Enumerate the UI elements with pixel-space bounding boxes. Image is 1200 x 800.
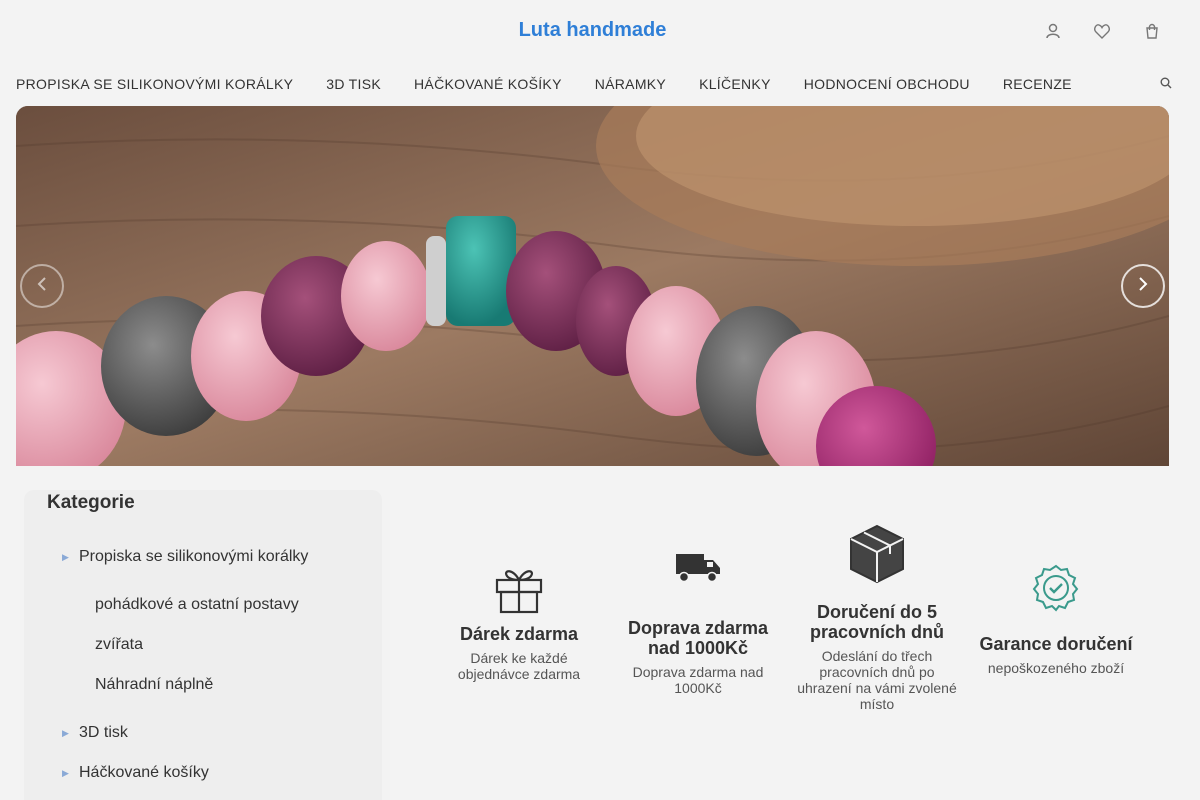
- category-subitem-pohadkove[interactable]: pohádkové a ostatní postavy: [95, 596, 299, 614]
- feature-description: Dárek ke každé objednávce zdarma: [457, 650, 581, 682]
- nav-item-propiska[interactable]: PROPISKA SE SILIKONOVÝMI KORÁLKY: [16, 76, 293, 92]
- hero-image: [16, 106, 1169, 466]
- category-item-propiska[interactable]: ▶ Propiska se silikonovými korálky: [62, 548, 308, 566]
- feature-title: Dárek zdarma: [459, 624, 579, 644]
- feature-gift: Dárek zdarma Dárek ke každé objednávce z…: [439, 562, 599, 682]
- gift-icon: [439, 562, 599, 614]
- search-button[interactable]: [1160, 76, 1172, 94]
- chevron-right-icon: [1138, 276, 1148, 296]
- header-actions: [1010, 20, 1160, 42]
- chevron-right-icon: ▶: [62, 727, 69, 738]
- nav-item-recenze[interactable]: RECENZE: [1003, 76, 1072, 92]
- nav-item-klicenky[interactable]: KLÍČENKY: [699, 76, 771, 92]
- feature-title: Garance doručení: [979, 634, 1133, 654]
- category-sidebar: Kategorie ▶ Propiska se silikonovými kor…: [24, 490, 382, 800]
- slider-next-button[interactable]: [1121, 264, 1165, 308]
- feature-free-shipping: Doprava zdarma nad 1000Kč Doprava zdarma…: [618, 552, 778, 696]
- heart-icon: [1094, 23, 1110, 39]
- main-navigation: PROPISKA SE SILIKONOVÝMI KORÁLKY 3D TISK…: [16, 74, 1176, 94]
- feature-delivery-time: Doručení do 5 pracovních dnů Odeslání do…: [797, 524, 957, 712]
- category-subitem-napne[interactable]: Náhradní náplně: [95, 676, 213, 694]
- chevron-left-icon: [37, 276, 47, 296]
- cart-button[interactable]: [1110, 20, 1160, 42]
- user-icon: [1046, 23, 1060, 39]
- category-item-label: Propiska se silikonovými korálky: [79, 548, 309, 565]
- category-item-label: Háčkované košíky: [79, 764, 209, 781]
- feature-title: Doprava zdarma nad 1000Kč: [627, 618, 769, 658]
- feature-description: Doprava zdarma nad 1000Kč: [632, 664, 764, 696]
- nav-item-naramky[interactable]: NÁRAMKY: [595, 76, 666, 92]
- slider-prev-button[interactable]: [20, 264, 64, 308]
- feature-title: Doručení do 5 pracovních dnů: [809, 602, 944, 642]
- package-icon: [797, 524, 957, 584]
- account-button[interactable]: [1010, 20, 1060, 42]
- feature-delivery-guarantee: Garance doručení nepoškozeného zboží: [976, 564, 1136, 676]
- category-item-label: 3D tisk: [79, 724, 128, 741]
- category-item-3d-tisk[interactable]: ▶ 3D tisk: [62, 724, 128, 742]
- chevron-right-icon: ▶: [62, 551, 69, 562]
- cart-icon: [1144, 23, 1160, 39]
- wishlist-button[interactable]: [1060, 20, 1110, 42]
- nav-item-3d-tisk[interactable]: 3D TISK: [326, 76, 381, 92]
- chevron-right-icon: ▶: [62, 767, 69, 778]
- nav-item-hackovane-kosiky[interactable]: HÁČKOVANÉ KOŠÍKY: [414, 76, 562, 92]
- feature-description: Odeslání do třech pracovních dnů po uhra…: [797, 648, 957, 712]
- header: Luta handmade: [0, 0, 1200, 60]
- search-icon: [1160, 76, 1172, 93]
- feature-description: nepoškozeného zboží: [987, 660, 1125, 676]
- hero-banner[interactable]: [16, 106, 1169, 466]
- nav-item-hodnoceni-obchodu[interactable]: HODNOCENÍ OBCHODU: [804, 76, 970, 92]
- verified-badge-icon: [976, 564, 1136, 612]
- category-item-hackovane-kosiky[interactable]: ▶ Háčkované košíky: [62, 764, 209, 782]
- brand-logo[interactable]: Luta handmade: [0, 19, 1185, 42]
- category-title: Kategorie: [47, 492, 135, 513]
- truck-icon: [618, 552, 778, 584]
- category-subitem-zvirata[interactable]: zvířata: [95, 636, 143, 654]
